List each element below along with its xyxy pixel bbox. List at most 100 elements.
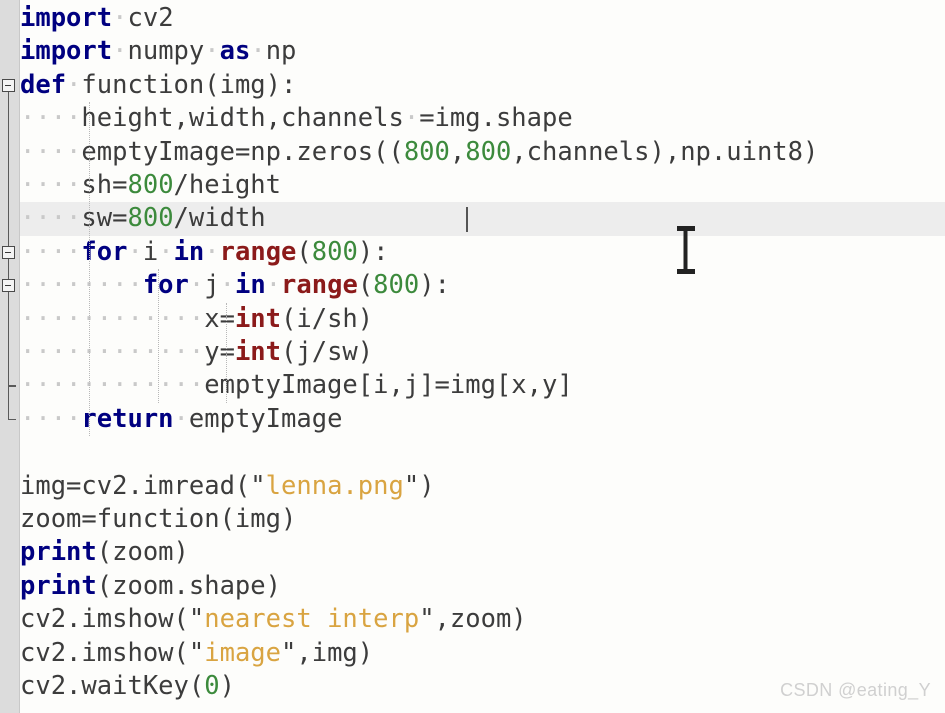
fold-region-end	[7, 385, 16, 387]
code-token: ·	[219, 270, 235, 301]
code-token: "	[188, 637, 205, 668]
code-token: ·	[158, 236, 174, 267]
code-token: (	[296, 236, 312, 267]
code-token: (img):	[204, 69, 297, 100]
code-token: (zoom)	[96, 537, 189, 568]
code-line[interactable]: import·numpy·as·np	[20, 35, 296, 68]
code-token: emptyImage[i,j]=img[x,y]	[204, 370, 573, 401]
code-token: (j/sw)	[281, 337, 374, 367]
code-token: import	[20, 36, 113, 67]
leading-whitespace: ····	[20, 136, 82, 167]
code-line[interactable]: ····sh=800/height	[20, 169, 281, 202]
code-token: image	[204, 637, 282, 668]
code-token: print	[20, 570, 97, 601]
csdn-watermark: CSDN @eating_Y	[780, 680, 931, 700]
code-token: np	[265, 36, 297, 67]
code-token: 800	[127, 170, 174, 200]
fold-collapse-icon[interactable]	[2, 79, 15, 92]
code-token: zoom=function(img)	[20, 504, 297, 534]
code-token: lenna.png	[265, 470, 404, 501]
code-token: return	[81, 403, 174, 434]
code-token: 0	[204, 671, 220, 701]
code-token: ·	[112, 3, 128, 33]
leading-whitespace: ····	[20, 203, 82, 234]
code-line[interactable]: ············x=int(i/sh)	[20, 303, 373, 336]
i-beam-mouse-cursor	[677, 226, 695, 274]
code-line[interactable]: ····return·emptyImage	[20, 403, 342, 436]
leading-whitespace: ············	[20, 370, 205, 401]
code-token: range	[219, 236, 297, 267]
code-token: ·	[173, 403, 189, 434]
code-line[interactable]: ····sw=800/width	[20, 202, 266, 235]
code-line[interactable]: cv2.imshow("image",img)	[20, 637, 373, 670]
code-token: j	[204, 270, 220, 301]
code-token: "	[403, 470, 420, 501]
code-line[interactable]: ········for·j·in·range(800):	[20, 269, 450, 302]
code-token: in	[234, 270, 266, 301]
code-line[interactable]: def·function(img):	[20, 69, 296, 102]
leading-whitespace: ····	[20, 170, 82, 200]
code-token: def	[20, 69, 67, 100]
code-token: range	[281, 270, 358, 301]
code-token: int	[234, 303, 282, 334]
code-line[interactable]: ····emptyImage=np.zeros((800,800,channel…	[20, 136, 818, 169]
fold-collapse-icon[interactable]	[2, 279, 15, 293]
code-line[interactable]: img=cv2.imread("lenna.png")	[20, 470, 435, 503]
code-token: sh=	[81, 170, 128, 200]
code-token: ·	[112, 36, 128, 67]
code-token: )	[219, 671, 235, 701]
code-line[interactable]: ············y=int(j/sw)	[20, 336, 373, 369]
code-token: in	[173, 236, 205, 267]
fold-region-line	[7, 291, 10, 387]
code-token: "	[281, 637, 297, 668]
editor-gutter[interactable]	[0, 0, 20, 713]
code-token: nearest interp	[204, 604, 420, 635]
code-token: function	[81, 69, 205, 100]
leading-whitespace: ········	[20, 270, 143, 301]
code-token: /width	[173, 203, 266, 234]
leading-whitespace: ····	[20, 103, 82, 134]
code-token: 800	[373, 270, 420, 301]
code-token: 800	[311, 236, 358, 267]
code-token: int	[234, 337, 282, 367]
code-token: ·	[403, 103, 420, 134]
code-line[interactable]: ····height,width,channels·=img.shape	[20, 102, 573, 135]
code-token: emptyImage	[188, 403, 343, 434]
code-token: img=cv2.imread(	[20, 470, 251, 501]
leading-whitespace: ············	[20, 337, 205, 367]
code-line[interactable]: ············emptyImage[i,j]=img[x,y]	[20, 369, 573, 402]
code-token: ,channels),np.uint8)	[511, 136, 819, 167]
leading-whitespace: ············	[20, 303, 205, 334]
text-caret	[466, 207, 469, 232]
code-token: sw=	[81, 203, 128, 234]
code-line[interactable]: cv2.imshow("nearest interp",zoom)	[20, 603, 527, 636]
code-line[interactable]: print(zoom)	[20, 536, 189, 569]
code-line[interactable]: cv2.waitKey(0)	[20, 670, 235, 703]
code-token: )	[419, 470, 435, 501]
code-token: numpy	[127, 36, 205, 67]
code-token: (zoom.shape)	[96, 570, 281, 601]
code-token: ):	[357, 236, 389, 267]
code-line[interactable]: import·cv2	[20, 2, 174, 35]
code-line[interactable]: ····for·i·in·range(800):	[20, 236, 389, 269]
fold-collapse-icon[interactable]	[2, 246, 15, 259]
code-token: (i/sh)	[281, 303, 374, 334]
leading-whitespace: ····	[20, 236, 82, 267]
code-token: "	[250, 470, 266, 501]
code-token: print	[20, 537, 97, 568]
code-token: ·	[204, 236, 220, 267]
code-line[interactable]: zoom=function(img)	[20, 503, 296, 536]
leading-whitespace: ····	[20, 403, 82, 434]
code-token: import	[20, 3, 113, 33]
code-token: for	[81, 236, 128, 267]
code-token: ·	[265, 270, 282, 301]
code-token: height,width,channels	[81, 103, 404, 134]
code-line[interactable]: print(zoom.shape)	[20, 570, 281, 603]
code-token: i	[142, 236, 159, 267]
code-token: /height	[173, 170, 282, 200]
code-token: ,img)	[296, 637, 374, 668]
code-token: cv2.waitKey(	[20, 671, 205, 701]
code-token: ):	[419, 270, 450, 301]
code-token: cv2.imshow(	[20, 604, 189, 635]
indent-guide-line	[89, 102, 91, 437]
